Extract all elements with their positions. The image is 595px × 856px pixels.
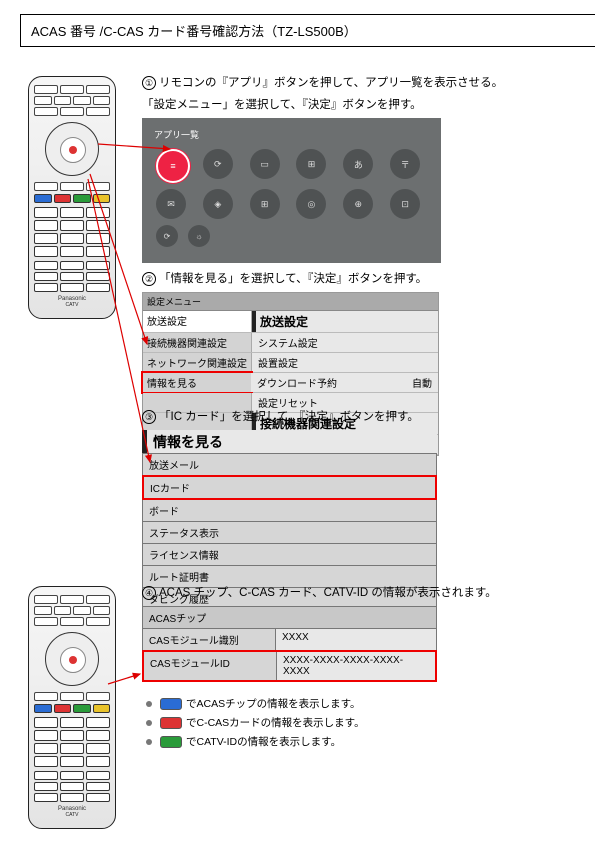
- info-item-iccard-highlight: ICカード: [142, 475, 437, 500]
- menu-item-device: 接続機器関連設定: [143, 333, 252, 352]
- dpad: [45, 122, 99, 176]
- ok-button: [60, 137, 86, 163]
- app-list-title: アプリ一覧: [154, 128, 433, 141]
- legend-row-red: でC-CASカードの情報を表示します。: [146, 715, 572, 730]
- acas-head: ACASチップ: [142, 606, 437, 629]
- app-settings-menu-icon: ≡: [156, 149, 190, 183]
- app-icon: ⟳: [203, 149, 233, 179]
- app-icon: ▭: [250, 149, 280, 179]
- menu-item-network: ネットワーク関連設定: [143, 353, 252, 372]
- step1-text2: 「設定メニュー」を選択して、『決定』ボタンを押す。: [142, 96, 572, 112]
- step-1: ①リモコンの『アプリ』ボタンを押して、アプリ一覧を表示させる。 「設定メニュー」…: [142, 74, 572, 263]
- legend-row-green: でCATV-IDの情報を表示します。: [146, 734, 572, 749]
- info-item: ボード: [142, 499, 437, 522]
- blue-button-icon: [160, 698, 182, 710]
- acas-info-screen: ACASチップ CASモジュール識別XXXX CASモジュールIDXXXX-XX…: [142, 606, 437, 682]
- right-system: システム設定: [252, 333, 438, 352]
- menu-item-info-highlight: 情報を見る: [141, 371, 253, 394]
- info-item: 放送メール: [142, 453, 437, 476]
- section-broadcast: 放送設定: [252, 311, 438, 332]
- app-icon: あ: [343, 149, 373, 179]
- green-button-icon: [160, 736, 182, 748]
- step4-text: ④ACAS チップ、C-CAS カード、CATV-ID の情報が表示されます。: [142, 584, 572, 600]
- remote-control-2: Panasonic CATV: [28, 586, 116, 829]
- step-4: ④ACAS チップ、C-CAS カード、CATV-ID の情報が表示されます。 …: [142, 584, 572, 753]
- step3-text: ③「IC カード」を選択して、『決定』ボタンを押す。: [142, 408, 572, 424]
- remote-control-1: Panasonic CATV: [28, 76, 116, 319]
- info-title: 情報を見る: [142, 430, 437, 454]
- info-item: ライセンス情報: [142, 543, 437, 566]
- page-title: ACAS 番号 /C-CAS カード番号確認方法（TZ-LS500B）: [20, 14, 595, 47]
- app-icon: ◈: [203, 189, 233, 219]
- app-icon: 〒: [390, 149, 420, 179]
- remote-sub: CATV: [33, 302, 111, 308]
- app-icon: ⟳: [156, 225, 178, 247]
- legend-row-blue: でACASチップの情報を表示します。: [146, 696, 572, 711]
- app-icon: ✉: [156, 189, 186, 219]
- acas-row-id-highlight: CASモジュールIDXXXX-XXXX-XXXX-XXXX-XXXX: [142, 650, 437, 682]
- acas-row: CASモジュール識別XXXX: [142, 628, 437, 651]
- app-icon: ⊞: [250, 189, 280, 219]
- app-icon: ⊞: [296, 149, 326, 179]
- app-list-screen: アプリ一覧 ≡ ⟳ ▭ ⊞ あ 〒 ✉ ◈ ⊞ ◎ ⊕ ⊡ ⟳ ☼: [142, 118, 441, 263]
- app-icon: ⊡: [390, 189, 420, 219]
- step1-text1: ①リモコンの『アプリ』ボタンを押して、アプリ一覧を表示させる。: [142, 74, 572, 90]
- right-install: 設置設定: [252, 353, 438, 372]
- app-icon: ☼: [188, 225, 210, 247]
- legend: でACASチップの情報を表示します。 でC-CASカードの情報を表示します。 で…: [146, 696, 572, 749]
- menu-item-broadcast: 放送設定: [143, 311, 252, 332]
- app-icon: ◎: [296, 189, 326, 219]
- right-download: ダウンロード予約自動: [251, 373, 438, 392]
- red-button-icon: [160, 717, 182, 729]
- step2-text: ②「情報を見る」を選択して、『決定』ボタンを押す。: [142, 270, 572, 286]
- info-item: ステータス表示: [142, 521, 437, 544]
- app-icon: ⊕: [343, 189, 373, 219]
- menu-header: 設定メニュー: [143, 293, 438, 311]
